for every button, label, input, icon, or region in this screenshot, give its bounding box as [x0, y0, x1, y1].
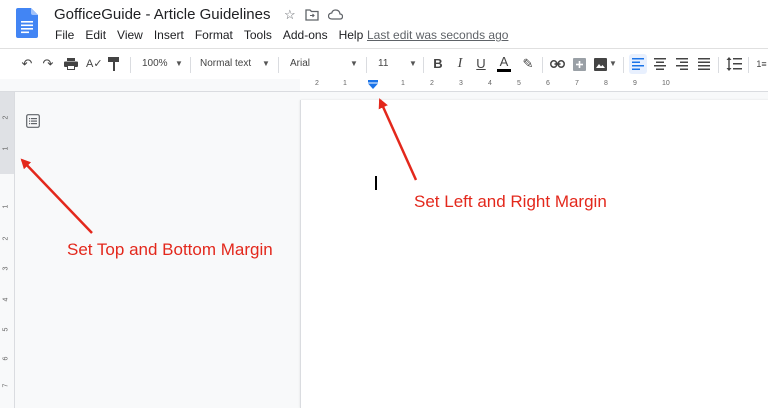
h-ruler-label: 2: [315, 80, 319, 87]
menu-tools[interactable]: Tools: [244, 28, 272, 42]
last-edit-link[interactable]: Last edit was seconds ago: [367, 28, 508, 42]
align-justify-icon[interactable]: [697, 58, 711, 71]
bold-button[interactable]: B: [432, 55, 444, 73]
cloud-saved-icon[interactable]: [328, 9, 343, 20]
h-ruler-label: 3: [459, 80, 463, 87]
menu-format[interactable]: Format: [195, 28, 233, 42]
redo-icon[interactable]: ↷: [41, 55, 55, 73]
italic-button[interactable]: I: [454, 55, 466, 73]
star-icon[interactable]: ☆: [284, 7, 296, 23]
menu-edit[interactable]: Edit: [85, 28, 106, 42]
v-ruler-label: 1: [2, 146, 10, 151]
insert-link-icon[interactable]: [550, 60, 565, 68]
v-ruler-label: 3: [2, 266, 10, 271]
image-caret-icon[interactable]: ▼: [609, 55, 617, 73]
paint-format-icon[interactable]: [108, 57, 120, 71]
h-ruler-label: 10: [662, 80, 670, 87]
h-ruler-label: 2: [430, 80, 434, 87]
document-page[interactable]: [300, 100, 768, 408]
numbered-list-icon[interactable]: 1≡: [755, 55, 768, 73]
text-cursor: [375, 176, 377, 190]
underline-button[interactable]: U: [475, 55, 487, 73]
font-select[interactable]: Arial: [290, 55, 310, 73]
align-center-icon[interactable]: [653, 58, 667, 71]
v-ruler-label: 5: [2, 327, 10, 332]
left-right-margin-annotation: Set Left and Right Margin: [414, 192, 607, 211]
v-ruler-label: 2: [2, 115, 10, 120]
h-ruler-label: 1: [343, 80, 347, 87]
menu-insert[interactable]: Insert: [154, 28, 184, 42]
h-ruler-label: 5: [517, 80, 521, 87]
line-spacing-icon[interactable]: [726, 57, 742, 71]
menu-file[interactable]: File: [55, 28, 74, 42]
undo-icon[interactable]: ↶: [20, 55, 34, 73]
top-bottom-margin-annotation: Set Top and Bottom Margin: [67, 240, 273, 259]
h-ruler-label: 7: [575, 80, 579, 87]
zoom-select[interactable]: 100%: [142, 55, 168, 73]
h-ruler-label: 1: [401, 80, 405, 87]
h-ruler-label: 4: [488, 80, 492, 87]
toolbar: ↶ ↷ A✓ 100% ▼ Normal text ▼ Arial ▼ 11 ▼…: [0, 48, 768, 80]
v-ruler-label: 2: [2, 236, 10, 241]
v-ruler-label: 1: [2, 204, 10, 209]
menu-help[interactable]: Help: [339, 28, 364, 42]
top-bottom-arrow: [20, 158, 93, 234]
left-margin-marker-icon[interactable]: [367, 80, 379, 90]
align-right-icon[interactable]: [675, 58, 689, 71]
menu-bar: File Edit View Insert Format Tools Add-o…: [55, 28, 374, 42]
v-ruler-label: 7: [2, 383, 10, 388]
style-caret-icon[interactable]: ▼: [262, 55, 270, 73]
move-folder-icon[interactable]: [305, 9, 319, 21]
highlight-pen-icon[interactable]: ✎: [521, 55, 535, 73]
insert-comment-icon[interactable]: [573, 58, 586, 71]
v-ruler-label: 4: [2, 297, 10, 302]
insert-image-icon[interactable]: [594, 58, 607, 71]
h-ruler-label: 8: [604, 80, 608, 87]
font-size-caret-icon[interactable]: ▼: [409, 55, 417, 73]
document-outline-icon[interactable]: [26, 114, 40, 128]
font-caret-icon[interactable]: ▼: [350, 55, 358, 73]
h-ruler-label: 6: [546, 80, 550, 87]
zoom-caret-icon[interactable]: ▼: [175, 55, 183, 73]
style-select[interactable]: Normal text: [200, 55, 251, 73]
top-margin-ruler-zone[interactable]: [0, 92, 14, 174]
document-title[interactable]: GofficeGuide - Article Guidelines: [54, 6, 271, 23]
spellcheck-icon[interactable]: A✓: [86, 55, 103, 73]
print-icon[interactable]: [64, 58, 78, 70]
docs-logo-icon[interactable]: [16, 8, 38, 38]
font-size-select[interactable]: 11: [378, 55, 388, 73]
v-ruler-label: 6: [2, 356, 10, 361]
h-ruler-label: 9: [633, 80, 637, 87]
align-left-icon[interactable]: [629, 54, 647, 74]
text-color-button[interactable]: A: [497, 55, 511, 72]
menu-view[interactable]: View: [117, 28, 143, 42]
menu-add-ons[interactable]: Add-ons: [283, 28, 328, 42]
